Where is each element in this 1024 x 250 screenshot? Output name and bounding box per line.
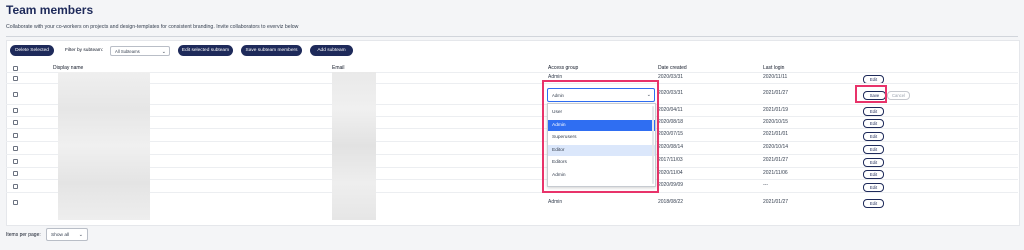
last-login-cell: ---: [763, 182, 768, 188]
option-user[interactable]: User: [548, 107, 655, 118]
page-title: Team members: [6, 3, 94, 17]
last-login-cell: 2020/10/14: [763, 144, 789, 150]
row-checkbox[interactable]: [13, 145, 18, 151]
select-all-checkbox[interactable]: [13, 66, 18, 71]
last-login-cell: 2021/01/01: [763, 131, 789, 137]
subteam-filter-value: All Subteams: [115, 48, 140, 54]
row-checkbox[interactable]: [13, 120, 18, 125]
save-button-highlight: [855, 85, 887, 103]
option-admin[interactable]: Admin: [548, 120, 655, 131]
delete-selected-button[interactable]: Delete Selected: [10, 45, 54, 56]
table-row: 2020/08/14 2020/10/14 Edit: [6, 141, 1018, 155]
table-row: 2020/07/15 2021/01/01 Edit: [6, 128, 1018, 142]
date-created-cell: 2020/09/09: [658, 182, 684, 188]
table-row: Admin2020/09/09---Edit: [6, 179, 1018, 193]
date-created-cell: 2020/07/15: [658, 131, 684, 137]
cancel-button[interactable]: Cancel: [887, 90, 910, 100]
chevron-down-icon: ⌄: [161, 48, 166, 55]
items-per-page-label: Items per page:: [6, 232, 41, 238]
title-divider: [6, 36, 1018, 37]
chevron-down-icon: ⌄: [646, 92, 651, 98]
date-created-cell: 2020/04/11: [658, 106, 683, 113]
date-created-cell: 2018/08/22: [658, 198, 684, 205]
last-login-cell: 2021/01/27: [763, 198, 789, 205]
row-checkbox[interactable]: [13, 200, 18, 205]
edit-button[interactable]: Edit: [863, 119, 884, 128]
date-created-cell: 2017/11/03: [658, 157, 683, 163]
header-last-login: Last login: [763, 65, 785, 71]
access-group-value: Admin: [552, 93, 564, 98]
last-login-cell: 2021/01/19: [763, 106, 789, 113]
row-checkbox[interactable]: [13, 132, 18, 138]
date-created-cell: 2020/03/31: [658, 90, 684, 96]
edit-button[interactable]: Edit: [863, 182, 884, 192]
edit-button[interactable]: Edit: [863, 144, 884, 154]
page-subtitle: Collaborate with your co-workers on proj…: [6, 24, 299, 30]
last-login-cell: 2021/11/06: [763, 169, 788, 176]
items-per-page-value: Show all: [51, 233, 70, 238]
row-checkbox[interactable]: [13, 108, 18, 113]
edit-button[interactable]: Edit: [863, 107, 884, 116]
filter-label: Filter by subteam:: [65, 48, 104, 53]
access-group-cell: Admin: [548, 198, 563, 205]
header-access-group: Access group: [548, 65, 579, 71]
option-admin-2[interactable]: Admin: [548, 170, 655, 181]
chevron-down-icon: ⌄: [78, 232, 83, 238]
row-checkbox[interactable]: [13, 158, 18, 164]
last-login-cell: 2020/11/11: [763, 74, 788, 80]
access-group-select[interactable]: Admin ⌄: [547, 88, 655, 102]
subteam-filter-select[interactable]: All Subteams ⌄: [110, 45, 170, 56]
table-row: Admin 2018/08/22 2021/01/27 Edit: [6, 192, 1018, 213]
header-display-name: Display name: [53, 65, 84, 71]
row-checkbox[interactable]: [13, 91, 18, 97]
date-created-cell: 2020/08/14: [658, 144, 684, 150]
option-superusers[interactable]: Superusers: [548, 132, 655, 143]
table-row: 2017/11/03 2021/01/27 Edit: [6, 154, 1018, 168]
edit-button[interactable]: Edit: [863, 199, 884, 208]
dropdown-scrollbar[interactable]: [652, 106, 654, 184]
access-group-options: User Admin Superusers Editor Editors Adm…: [547, 103, 656, 187]
save-subteam-members-button[interactable]: Save subteam members: [241, 45, 302, 56]
header-date-created: Date created: [658, 65, 687, 71]
row-checkbox[interactable]: [13, 75, 18, 81]
date-created-cell: 2020/08/18: [658, 118, 684, 125]
last-login-cell: 2021/01/27: [763, 90, 789, 96]
edit-subteam-button[interactable]: Edit selected subteam: [178, 45, 233, 56]
row-checkbox[interactable]: [13, 171, 18, 176]
add-subteam-button[interactable]: Add subteam: [310, 45, 353, 56]
items-per-page-select[interactable]: Show all ⌄: [46, 228, 88, 241]
date-created-cell: 2020/11/04: [658, 169, 683, 176]
edit-button[interactable]: Edit: [863, 157, 884, 167]
date-created-cell: 2020/03/31: [658, 74, 684, 80]
last-login-cell: 2021/01/27: [763, 157, 789, 163]
edit-button[interactable]: Edit: [863, 170, 884, 179]
edit-button[interactable]: Edit: [863, 131, 884, 141]
option-editors[interactable]: Editors: [548, 157, 655, 168]
row-checkbox[interactable]: [13, 183, 18, 189]
header-email: Email: [332, 65, 345, 71]
email-column-redaction: [332, 72, 376, 220]
last-login-cell: 2020/10/15: [763, 118, 789, 125]
option-editor[interactable]: Editor: [548, 145, 655, 156]
name-column-redaction: [58, 72, 150, 220]
